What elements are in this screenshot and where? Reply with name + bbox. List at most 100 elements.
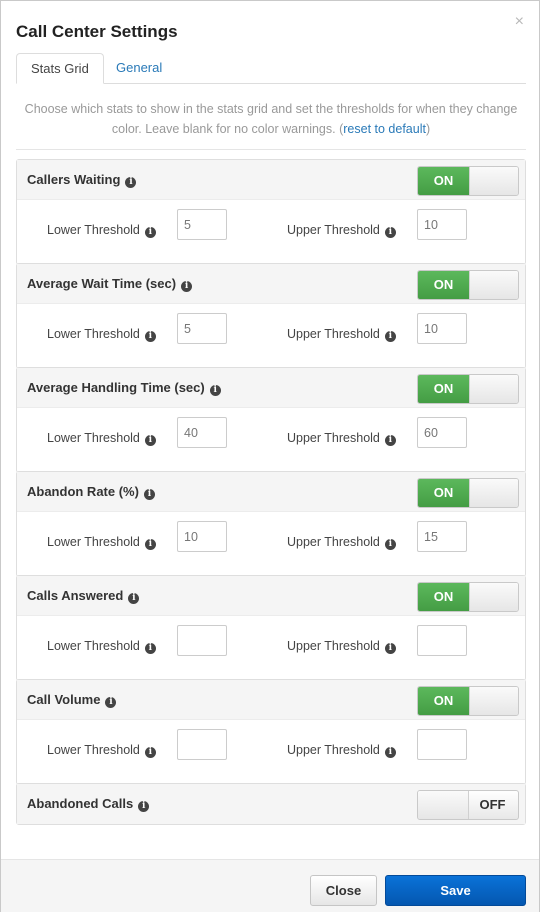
upper-threshold-input[interactable] — [417, 313, 467, 344]
stat-toggle[interactable]: ON — [417, 270, 519, 300]
description-divider — [16, 149, 526, 150]
info-icon[interactable]: i — [138, 801, 150, 812]
stat-title: Calls Answered i — [27, 576, 140, 616]
stat-card-abandoned-calls: Abandoned Calls i OFF — [16, 783, 526, 825]
info-icon[interactable]: i — [143, 489, 155, 500]
lower-threshold-input[interactable] — [177, 313, 227, 344]
tab-stats-grid[interactable]: Stats Grid — [16, 53, 104, 84]
toggle-on-label: ON — [418, 271, 469, 299]
upper-threshold-label: Upper Threshold i — [287, 638, 396, 654]
stat-card-callers-waiting: Callers Waiting i ON Lower Threshold i Upp… — [16, 159, 526, 265]
info-icon[interactable]: i — [384, 643, 396, 654]
lower-threshold-text: Lower Threshold — [47, 743, 140, 757]
info-icon[interactable]: i — [384, 227, 396, 238]
reset-to-default-link[interactable]: reset to default — [343, 122, 426, 136]
stat-card-average-wait-time: Average Wait Time (sec) i ON Lower Thresh… — [16, 263, 526, 369]
stat-name: Abandon Rate (%) — [27, 484, 139, 499]
stat-card-header: Average Wait Time (sec) i ON — [17, 264, 525, 304]
stat-card-body: Lower Threshold i Upper Threshold i — [17, 616, 525, 680]
dialog-title: Call Center Settings — [16, 22, 178, 41]
lower-threshold-input[interactable] — [177, 209, 227, 240]
stat-toggle[interactable]: ON — [417, 686, 519, 716]
stat-toggle[interactable]: ON — [417, 478, 519, 508]
description-suffix: ) — [425, 122, 431, 136]
lower-threshold-label: Lower Threshold i — [47, 742, 156, 758]
toggle-knob[interactable] — [469, 167, 518, 195]
info-icon[interactable]: i — [144, 643, 156, 654]
toggle-knob[interactable] — [469, 583, 518, 611]
stat-name: Abandoned Calls — [27, 796, 134, 811]
info-icon[interactable]: i — [144, 539, 156, 550]
info-icon[interactable]: i — [384, 747, 396, 758]
lower-threshold-text: Lower Threshold — [47, 223, 140, 237]
toggle-knob[interactable] — [418, 791, 469, 819]
info-icon[interactable]: i — [105, 697, 117, 708]
lower-threshold-input[interactable] — [177, 521, 227, 552]
info-icon[interactable]: i — [144, 227, 156, 238]
info-icon[interactable]: i — [181, 281, 193, 292]
lower-threshold-input[interactable] — [177, 729, 227, 760]
toggle-knob[interactable] — [469, 271, 518, 299]
toggle-on-label: ON — [418, 687, 469, 715]
upper-threshold-input[interactable] — [417, 729, 467, 760]
lower-threshold-text: Lower Threshold — [47, 431, 140, 445]
description-text: Choose which stats to show in the stats … — [16, 99, 526, 139]
toggle-on-label: ON — [418, 479, 469, 507]
info-icon[interactable]: i — [125, 177, 137, 188]
lower-threshold-input[interactable] — [177, 417, 227, 448]
lower-threshold-text: Lower Threshold — [47, 535, 140, 549]
upper-threshold-text: Upper Threshold — [287, 743, 380, 757]
stat-toggle[interactable]: ON — [417, 374, 519, 404]
close-button[interactable]: Close — [310, 875, 377, 906]
stat-card-body: Lower Threshold i Upper Threshold i — [17, 408, 525, 472]
info-icon[interactable]: i — [128, 593, 140, 604]
description-body: Choose which stats to show in the stats … — [24, 102, 518, 136]
info-icon[interactable]: i — [144, 435, 156, 446]
toggle-knob[interactable] — [469, 687, 518, 715]
info-icon[interactable]: i — [384, 331, 396, 342]
stat-title: Callers Waiting i — [27, 160, 137, 200]
lower-threshold-label: Lower Threshold i — [47, 222, 156, 238]
toggle-on-label: ON — [418, 167, 469, 195]
stat-card-header: Call Volume i ON — [17, 680, 525, 720]
toggle-on-label: ON — [418, 375, 469, 403]
lower-threshold-label: Lower Threshold i — [47, 534, 156, 550]
toggle-on-label: ON — [418, 583, 469, 611]
stat-card-body: Lower Threshold i Upper Threshold i — [17, 720, 525, 784]
stat-toggle[interactable]: ON — [417, 166, 519, 196]
stat-title: Average Wait Time (sec) i — [27, 264, 193, 304]
upper-threshold-input[interactable] — [417, 521, 467, 552]
lower-threshold-text: Lower Threshold — [47, 639, 140, 653]
toggle-knob[interactable] — [469, 479, 518, 507]
info-icon[interactable]: i — [384, 435, 396, 446]
dialog-footer: Close Save — [1, 859, 539, 912]
stat-name: Average Wait Time (sec) — [27, 276, 177, 291]
stat-toggle[interactable]: OFF — [417, 790, 519, 820]
upper-threshold-text: Upper Threshold — [287, 535, 380, 549]
toggle-off-label: OFF — [479, 797, 506, 812]
lower-threshold-label: Lower Threshold i — [47, 430, 156, 446]
stat-toggle[interactable]: ON — [417, 582, 519, 612]
lower-threshold-label: Lower Threshold i — [47, 326, 156, 342]
stat-card-abandon-rate: Abandon Rate (%) i ON Lower Threshold i Up… — [16, 471, 526, 577]
upper-threshold-label: Upper Threshold i — [287, 222, 396, 238]
close-icon[interactable]: × — [515, 14, 524, 30]
stat-name: Callers Waiting — [27, 172, 121, 187]
toggle-knob[interactable] — [469, 375, 518, 403]
upper-threshold-label: Upper Threshold i — [287, 534, 396, 550]
upper-threshold-input[interactable] — [417, 625, 467, 656]
info-icon[interactable]: i — [144, 331, 156, 342]
info-icon[interactable]: i — [384, 539, 396, 550]
stat-card-body: Lower Threshold i Upper Threshold i — [17, 304, 525, 368]
stat-name: Average Handling Time (sec) — [27, 380, 205, 395]
upper-threshold-label: Upper Threshold i — [287, 326, 396, 342]
upper-threshold-text: Upper Threshold — [287, 639, 380, 653]
upper-threshold-input[interactable] — [417, 417, 467, 448]
tab-general[interactable]: General — [102, 53, 176, 84]
info-icon[interactable]: i — [209, 385, 221, 396]
lower-threshold-input[interactable] — [177, 625, 227, 656]
info-icon[interactable]: i — [144, 747, 156, 758]
upper-threshold-label: Upper Threshold i — [287, 742, 396, 758]
upper-threshold-input[interactable] — [417, 209, 467, 240]
save-button[interactable]: Save — [385, 875, 526, 906]
